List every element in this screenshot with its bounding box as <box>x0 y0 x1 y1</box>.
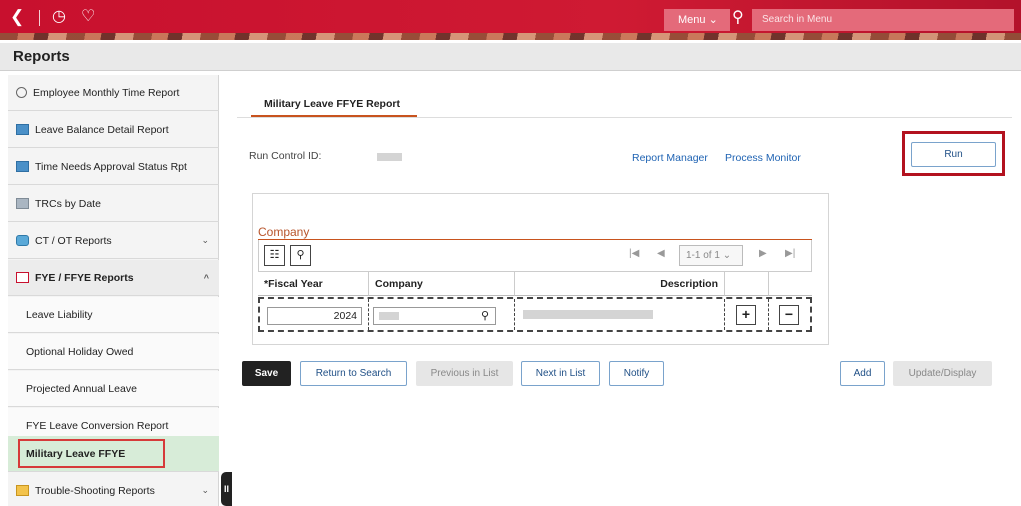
company-input[interactable]: ⚲ <box>373 307 496 325</box>
sidebar-item-label: Time Needs Approval Status Rpt <box>35 160 187 173</box>
sidebar-item-label: Projected Annual Leave <box>26 382 137 395</box>
tab-underline <box>237 117 1012 118</box>
grid-toolbar: ☷ ⚲ |◀ ◀ 1-1 of 1 ⌄ ▶ ▶| <box>258 240 812 272</box>
cell-description <box>515 299 725 330</box>
sidebar-item-trcs-by-date[interactable]: TRCs by Date <box>8 186 219 222</box>
back-chevron-icon[interactable]: ❮ <box>10 7 24 27</box>
cell-delete: − <box>769 299 810 330</box>
column-add <box>725 272 769 296</box>
table-row: 2024 ⚲ + − <box>258 297 812 332</box>
column-description[interactable]: Description <box>515 272 725 296</box>
add-row-button[interactable]: + <box>736 305 756 325</box>
sidebar-item-label: Employee Monthly Time Report <box>33 86 180 99</box>
lookup-icon[interactable]: ⚲ <box>481 309 489 322</box>
sidebar-item-trouble-shooting-reports[interactable]: Trouble-Shooting Reports ⌄ <box>8 473 219 506</box>
sidebar-item-label: Trouble-Shooting Reports <box>35 484 155 497</box>
company-value <box>379 312 399 320</box>
sidebar-item-time-needs-approval[interactable]: Time Needs Approval Status Rpt <box>8 149 219 185</box>
notify-button[interactable]: Notify <box>609 361 664 386</box>
page-select[interactable]: 1-1 of 1 ⌄ <box>679 245 743 266</box>
description-value <box>523 310 653 319</box>
add-button[interactable]: Add <box>840 361 885 386</box>
cell-company: ⚲ <box>369 299 515 330</box>
sidebar-item-label: Optional Holiday Owed <box>26 345 134 358</box>
last-page-icon[interactable]: ▶| <box>785 248 795 259</box>
cell-fiscal-year: 2024 <box>260 299 369 330</box>
sidebar-item-military-leave-ffye[interactable]: Military Leave FFYE <box>8 436 219 472</box>
search-icon[interactable]: ⚲ <box>732 7 744 27</box>
sidebar-item-ct-ot-reports[interactable]: CT / OT Reports ⌄ <box>8 223 219 259</box>
page-header: Reports <box>0 43 1021 71</box>
page-title: Reports <box>13 48 70 65</box>
personalize-icon[interactable]: ☷ <box>264 245 285 266</box>
folder-open-icon <box>16 272 29 283</box>
clock-icon <box>16 87 27 98</box>
run-control-label: Run Control ID: <box>249 150 322 162</box>
sidebar-item-fye-ffye-reports[interactable]: FYE / FFYE Reports ^ <box>8 260 219 296</box>
chevron-down-icon[interactable]: ⌄ <box>201 485 209 496</box>
clock-icon[interactable]: ◷ <box>52 7 66 27</box>
column-delete <box>769 272 812 296</box>
cell-add: + <box>725 299 769 330</box>
run-control-value <box>377 153 402 161</box>
save-button[interactable]: Save <box>242 361 291 386</box>
return-to-search-button[interactable]: Return to Search <box>300 361 407 386</box>
folder-icon <box>16 485 29 496</box>
sidebar-item-label: FYE / FFYE Reports <box>35 271 134 284</box>
sidebar-item-optional-holiday-owed[interactable]: Optional Holiday Owed <box>8 334 219 370</box>
tab-military-leave-ffye-report[interactable]: Military Leave FFYE Report <box>251 89 417 118</box>
heart-icon[interactable]: ♡ <box>81 7 95 27</box>
first-page-icon[interactable]: |◀ <box>629 248 639 259</box>
grid-title: Company <box>258 225 310 239</box>
next-in-list-button[interactable]: Next in List <box>521 361 600 386</box>
report-manager-link[interactable]: Report Manager <box>632 152 708 164</box>
sidebar-item-employee-monthly-time-report[interactable]: Employee Monthly Time Report <box>8 75 219 111</box>
top-banner: ❮ ◷ ♡ Menu ⌄ ⚲ Search in Menu <box>0 0 1021 40</box>
column-company[interactable]: Company <box>369 272 515 296</box>
sidebar: Employee Monthly Time Report Leave Balan… <box>8 75 219 506</box>
sidebar-item-leave-liability[interactable]: Leave Liability <box>8 297 219 333</box>
sidebar-item-label: FYE Leave Conversion Report <box>26 419 169 432</box>
chevron-up-icon[interactable]: ^ <box>204 273 209 283</box>
fiscal-year-input[interactable]: 2024 <box>267 307 362 325</box>
report-icon <box>16 198 29 209</box>
previous-in-list-button[interactable]: Previous in List <box>416 361 513 386</box>
chevron-down-icon[interactable]: ⌄ <box>201 235 209 246</box>
update-display-button[interactable]: Update/Display <box>893 361 992 386</box>
column-fiscal-year[interactable]: *Fiscal Year <box>258 272 369 296</box>
process-monitor-link[interactable]: Process Monitor <box>725 152 801 164</box>
menu-button[interactable]: Menu ⌄ <box>664 9 730 31</box>
banner-pattern <box>0 33 1021 40</box>
sidebar-item-label: Leave Liability <box>26 308 93 321</box>
sidebar-item-label: TRCs by Date <box>35 197 101 210</box>
report-icon <box>16 161 29 172</box>
run-button[interactable]: Run <box>911 142 996 167</box>
divider <box>39 10 40 26</box>
sidebar-item-projected-annual-leave[interactable]: Projected Annual Leave <box>8 371 219 407</box>
menu-search-input[interactable]: Search in Menu <box>752 9 1014 31</box>
report-icon <box>16 124 29 135</box>
next-page-icon[interactable]: ▶ <box>759 248 767 259</box>
sidebar-item-label: Leave Balance Detail Report <box>35 123 169 136</box>
grid-header: *Fiscal Year Company Description <box>258 272 812 296</box>
previous-page-icon[interactable]: ◀ <box>657 248 665 259</box>
folder-icon <box>16 235 29 246</box>
sidebar-item-leave-balance-detail-report[interactable]: Leave Balance Detail Report <box>8 112 219 148</box>
delete-row-button[interactable]: − <box>779 305 799 325</box>
search-icon[interactable]: ⚲ <box>290 245 311 266</box>
sidebar-item-label: Military Leave FFYE <box>26 447 126 460</box>
sidebar-collapse-handle[interactable]: II <box>221 472 232 506</box>
sidebar-item-label: CT / OT Reports <box>35 234 112 247</box>
